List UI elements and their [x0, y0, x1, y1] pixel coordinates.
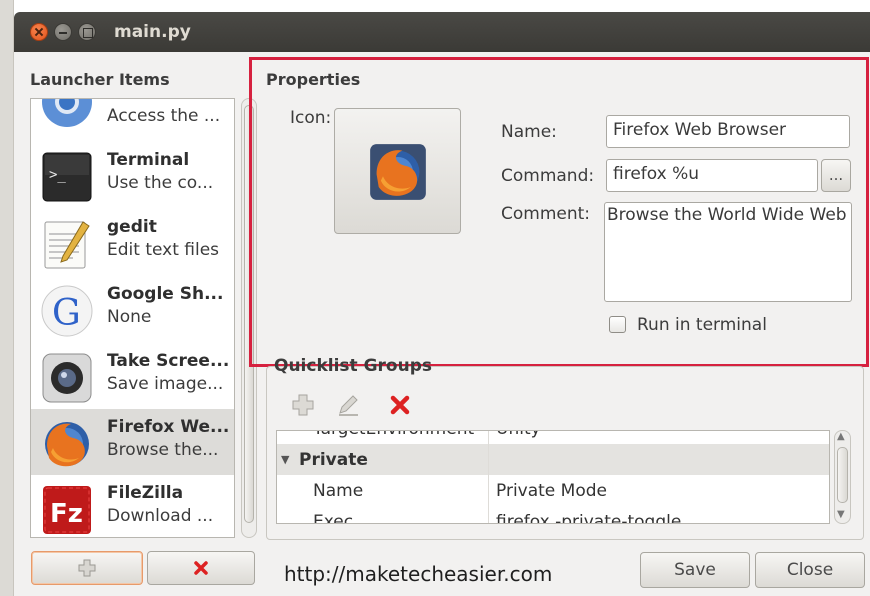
list-item[interactable]: Fz FileZilla Download ... — [31, 475, 234, 537]
minimize-window-icon[interactable] — [54, 23, 72, 41]
name-label: Name: — [501, 122, 557, 142]
launcher-item-name: Take Scree... — [107, 351, 230, 371]
window-title: main.py — [114, 22, 191, 42]
scrollbar-thumb[interactable] — [837, 447, 848, 503]
gedit-icon — [44, 221, 90, 269]
add-group-icon[interactable] — [291, 393, 315, 417]
launcher-item-name: FileZilla — [107, 483, 184, 503]
run-in-terminal-checkbox[interactable] — [609, 316, 626, 333]
command-label: Command: — [501, 166, 595, 186]
launcher-items-heading: Launcher Items — [30, 70, 170, 89]
screenshot-icon — [42, 353, 92, 403]
quicklist-scrollbar[interactable]: ▲ ▼ — [834, 430, 851, 524]
launcher-item-name: gedit — [107, 217, 157, 237]
svg-text:Fz: Fz — [50, 499, 83, 529]
list-item[interactable]: gedit Edit text files — [31, 209, 234, 275]
delete-icon — [194, 561, 208, 575]
launcher-item-desc: Edit text files — [107, 240, 220, 260]
launcher-item-name: Terminal — [107, 150, 190, 170]
tree-row-group[interactable]: ▼ Private — [277, 444, 829, 475]
comment-textarea[interactable]: Browse the World Wide Web — [604, 202, 852, 302]
launcher-item-desc: Browse the... — [107, 440, 219, 460]
quicklist-heading: Quicklist Groups — [274, 356, 432, 376]
svg-text:>_: >_ — [49, 167, 66, 183]
properties-heading: Properties — [266, 70, 361, 89]
desktop-edge — [0, 0, 14, 596]
chromium-icon — [42, 99, 92, 127]
run-in-terminal-label: Run in terminal — [637, 315, 767, 335]
launcher-item-desc: Download ... — [107, 506, 214, 526]
launcher-list[interactable]: Access the ... >_ Terminal Use the co...… — [30, 98, 235, 538]
delete-group-icon[interactable] — [388, 393, 412, 417]
list-item[interactable]: >_ Terminal Use the co... — [31, 142, 234, 208]
save-button[interactable]: Save — [640, 552, 750, 588]
launcher-item-desc: Use the co... — [107, 173, 214, 193]
add-icon — [78, 559, 96, 577]
tree-row[interactable]: Exec firefox -private-toggle — [277, 506, 829, 523]
maximize-window-icon[interactable] — [78, 23, 96, 41]
expander-triangle-icon[interactable]: ▼ — [281, 453, 289, 466]
scroll-down-icon[interactable]: ▼ — [837, 509, 845, 520]
icon-picker-button[interactable] — [334, 108, 461, 234]
google-icon: G — [41, 285, 93, 337]
remove-launcher-button[interactable] — [147, 551, 255, 585]
launcher-item-name: Firefox We... — [107, 417, 230, 437]
list-item[interactable]: Take Scree... Save image... — [31, 343, 234, 409]
add-launcher-button[interactable] — [31, 551, 143, 585]
title-bar: main.py — [14, 12, 870, 52]
watermark-url: http://maketecheasier.com — [284, 562, 553, 586]
tree-row[interactable]: Name Private Mode — [277, 475, 829, 506]
close-button[interactable]: Close — [755, 552, 865, 588]
list-item-selected[interactable]: Firefox We... Browse the... — [31, 409, 234, 475]
close-window-icon[interactable] — [30, 23, 48, 41]
comment-label: Comment: — [501, 204, 591, 224]
tree-row[interactable]: TargetEnvironment Unity — [277, 431, 829, 444]
launcher-item-desc: None — [107, 307, 152, 327]
terminal-icon: >_ — [42, 152, 92, 202]
icon-label: Icon: — [290, 108, 332, 128]
launcher-item-name: Google Sh... — [107, 284, 224, 304]
firefox-icon — [370, 144, 426, 200]
command-field[interactable]: firefox %u — [606, 159, 818, 192]
firefox-icon — [45, 422, 89, 467]
filezilla-icon: Fz — [43, 486, 91, 534]
list-item[interactable]: Access the ... — [31, 99, 234, 133]
list-item[interactable]: G Google Sh... None — [31, 276, 234, 342]
quicklist-tree[interactable]: TargetEnvironment Unity ▼ Private Name P… — [276, 430, 830, 524]
svg-text:G: G — [52, 293, 81, 334]
scroll-up-icon[interactable]: ▲ — [837, 431, 845, 442]
name-field[interactable]: Firefox Web Browser — [606, 115, 850, 148]
launcher-item-desc: Save image... — [107, 374, 224, 394]
browse-command-button[interactable]: ... — [821, 159, 851, 192]
edit-group-icon[interactable] — [336, 393, 360, 417]
